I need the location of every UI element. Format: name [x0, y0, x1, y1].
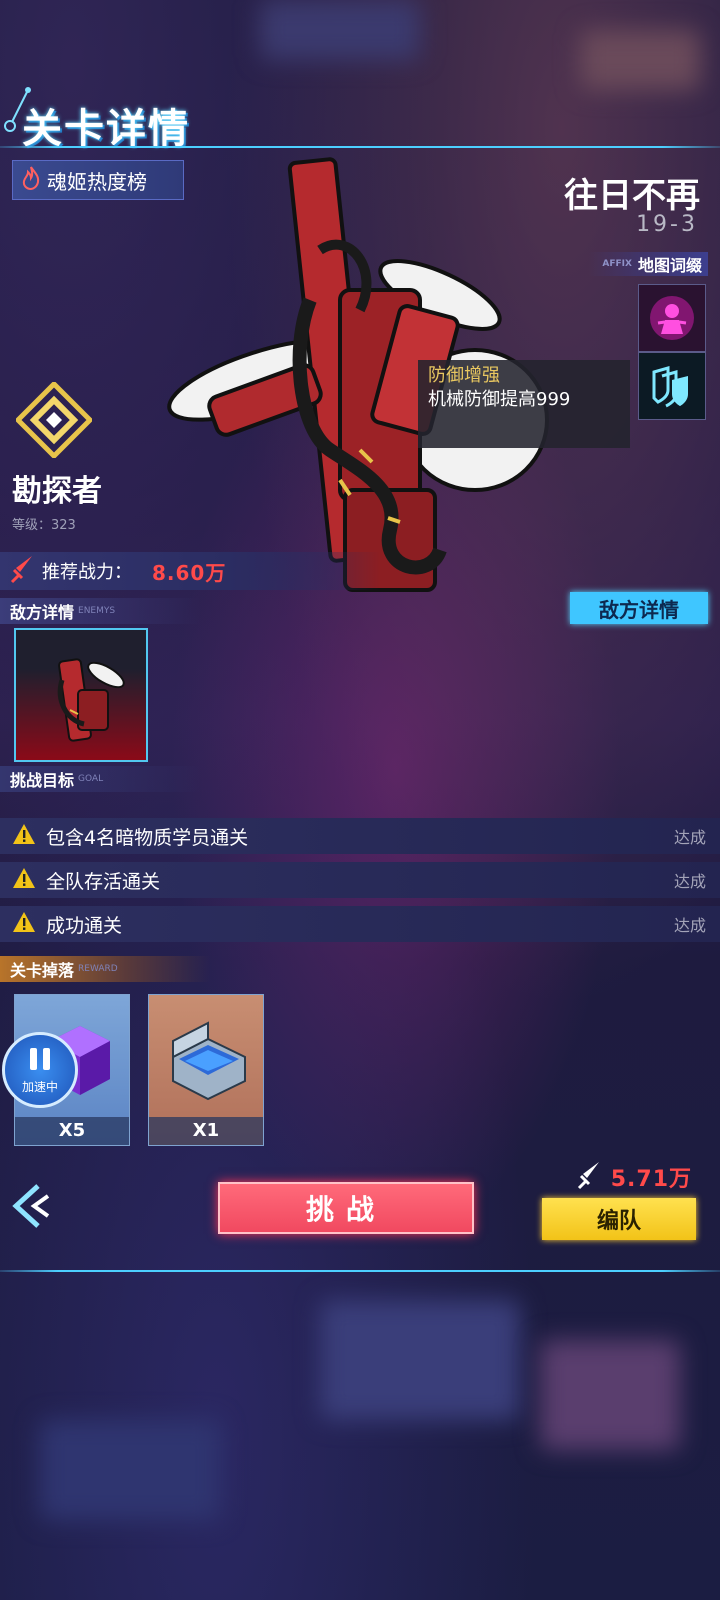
- goals-section-header: 挑战目标 GOAL: [0, 766, 200, 792]
- reward-section-title-en: REWARD: [78, 964, 118, 974]
- speed-up-label: 加速中: [21, 1079, 58, 1094]
- team-formation-button[interactable]: 编队: [542, 1198, 696, 1240]
- goal-text: 成功通关: [46, 914, 123, 937]
- recommended-power-bar: 推荐战力： 8.60万: [0, 552, 380, 590]
- doll-curse-icon[interactable]: [638, 284, 706, 352]
- enemy-card[interactable]: [14, 628, 148, 762]
- reward-qty: X1: [149, 1117, 263, 1145]
- sword-icon: [10, 554, 34, 589]
- recommended-power-label: 推荐战力：: [42, 562, 132, 583]
- goals-section-title-en: GOAL: [78, 774, 104, 784]
- bg-blur: [540, 1340, 680, 1450]
- back-arrow-icon: [12, 1184, 50, 1228]
- reward-section-header: 关卡掉落 REWARD: [0, 956, 210, 982]
- stage-number: 19-3: [636, 212, 698, 237]
- enemy-section-title: 敌方详情: [10, 603, 75, 622]
- goal-row: 包含4名暗物质学员通关 达成: [0, 818, 720, 854]
- enemy-section-header: 敌方详情 ENEMYS: [0, 598, 200, 624]
- bg-blur: [320, 1300, 520, 1420]
- team-power-value: 5.71万: [610, 1167, 692, 1192]
- affix-label-en: AFFIX: [602, 259, 632, 269]
- team-power: 5.71万: [577, 1160, 692, 1194]
- goal-text: 全队存活通关: [46, 870, 161, 893]
- challenge-button[interactable]: 挑战: [218, 1182, 474, 1234]
- stage-name: 往日不再: [564, 176, 700, 216]
- goal-row: 成功通关 达成: [0, 906, 720, 942]
- goal-row: 全队存活通关 达成: [0, 862, 720, 898]
- back-button[interactable]: [8, 1182, 52, 1234]
- supply-case-item-icon: [172, 1021, 246, 1101]
- goal-status: 达成: [673, 872, 706, 891]
- boss-class-icon: [14, 380, 94, 462]
- goal-text: 包含4名暗物质学员通关: [46, 826, 249, 849]
- pause-icon: [26, 1046, 54, 1076]
- stage-detail-screen: { "header": { "title": "关卡详情" }, "rankin…: [0, 0, 720, 1600]
- speed-up-button[interactable]: 加速中: [2, 1032, 78, 1108]
- affix-header: AFFIX 地图词缀: [588, 252, 708, 276]
- warning-icon: [12, 867, 36, 894]
- enemy-details-button[interactable]: 敌方详情: [570, 592, 708, 624]
- defense-shield-icon[interactable]: [638, 352, 706, 420]
- sword-icon: [577, 1160, 601, 1194]
- reward-qty: X5: [15, 1117, 129, 1145]
- footer-divider: [0, 1270, 720, 1272]
- bg-blur: [40, 1420, 220, 1520]
- boss-level: 等级：323: [12, 518, 76, 533]
- tooltip-text: 机械防御提高999: [428, 389, 571, 410]
- boss-name: 勘探者: [12, 474, 102, 509]
- affix-label: 地图词缀: [637, 256, 702, 275]
- warning-icon: [12, 823, 36, 850]
- header-divider: [0, 146, 720, 148]
- recommended-power-value: 8.60万: [152, 560, 227, 585]
- bg-blur: [580, 30, 700, 90]
- goal-status: 达成: [673, 828, 706, 847]
- goals-section-title: 挑战目标: [10, 771, 75, 790]
- enemy-mech-thumbnail: [57, 658, 125, 742]
- warning-icon: [12, 911, 36, 938]
- enemy-section-title-en: ENEMYS: [78, 606, 116, 616]
- affix-tooltip: 防御增强 机械防御提高999: [418, 360, 630, 448]
- tooltip-title: 防御增强: [428, 365, 500, 386]
- flame-icon: [21, 165, 41, 195]
- goal-status: 达成: [673, 916, 706, 935]
- reward-item[interactable]: X1: [148, 994, 264, 1146]
- ranking-label: 魂姬热度榜: [47, 169, 147, 194]
- bg-blur: [260, 0, 420, 60]
- reward-section-title: 关卡掉落: [10, 961, 75, 980]
